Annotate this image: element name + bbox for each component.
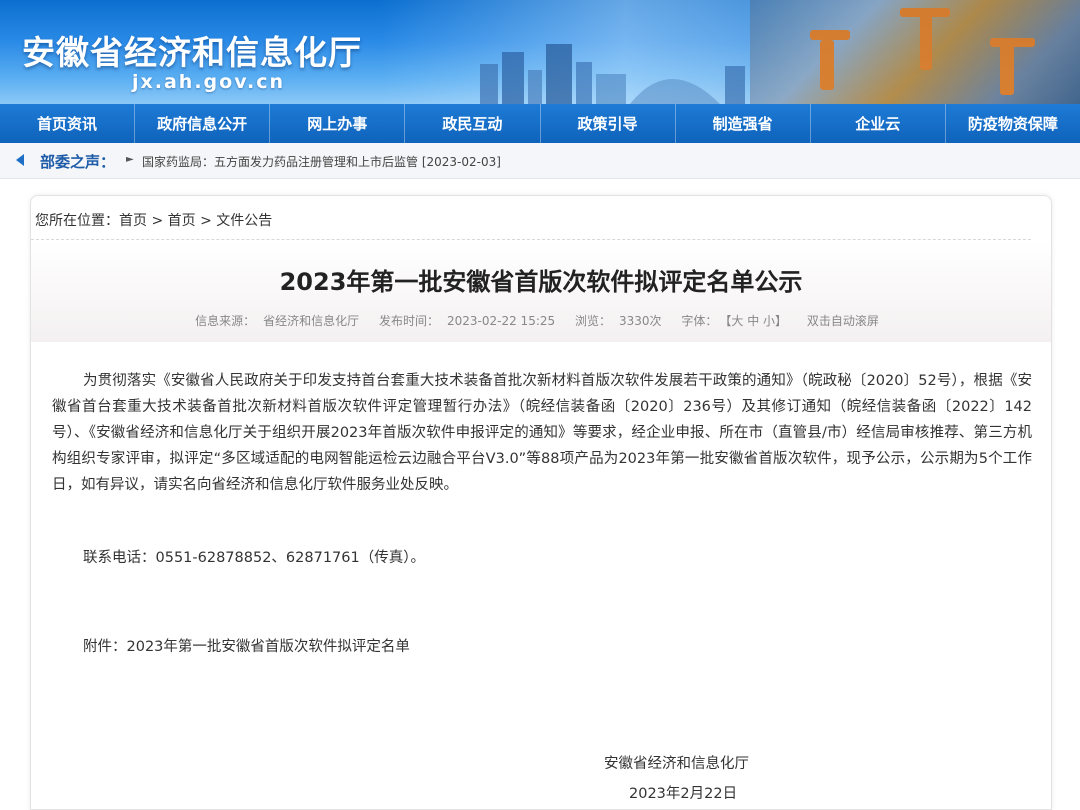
site-domain: jx.ah.gov.cn	[132, 71, 286, 93]
body-paragraph: 为贯彻落实《安徽省人民政府关于印发支持首台套重大技术装备首批次新材料首版次软件发…	[52, 373, 1032, 493]
nav-item-enterprise-cloud[interactable]: 企业云	[811, 104, 946, 143]
site-title[interactable]: 安徽省经济和信息化厅	[22, 26, 362, 74]
breadcrumb: 您所在位置：首页 > 首页 > 文件公告	[35, 210, 272, 230]
header-banner: 安徽省经济和信息化厅 jx.ah.gov.cn	[0, 0, 1080, 104]
nav-item-manufacturing[interactable]: 制造强省	[676, 104, 811, 143]
arrow-right-icon: ►	[126, 154, 134, 165]
factory-robot-image	[750, 0, 1080, 104]
nav-item-epidemic-supplies[interactable]: 防疫物资保障	[946, 104, 1080, 143]
meta-views: 浏览： 3330次	[574, 314, 662, 328]
divider	[31, 239, 1031, 240]
nav-item-home-news[interactable]: 首页资讯	[0, 104, 136, 143]
meta-font: 字体： 【大 中 小】	[681, 314, 788, 328]
meta-source: 信息来源： 省经济和信息化厅	[195, 314, 360, 328]
attachment-link[interactable]: 附件：2023年第一批安徽省首版次软件拟评定名单	[83, 635, 410, 656]
city-skyline-image	[480, 44, 745, 104]
nav-item-gov-info[interactable]: 政府信息公开	[135, 104, 271, 143]
breadcrumb-link-announcements[interactable]: 文件公告	[216, 213, 272, 229]
signature-date: 2023年2月22日	[629, 786, 738, 802]
ticker-label: 部委之声：	[40, 153, 116, 171]
nav-item-online-services[interactable]: 网上办事	[270, 104, 406, 143]
meta-time: 发布时间： 2023-02-22 15:25	[378, 314, 556, 328]
breadcrumb-link-home[interactable]: 首页	[119, 213, 147, 229]
nav-item-interaction[interactable]: 政民互动	[405, 104, 541, 143]
article-header: 2023年第一批安徽省首版次软件拟评定名单公示 信息来源： 省经济和信息化厅 发布…	[31, 242, 1051, 342]
speaker-icon	[16, 154, 24, 166]
breadcrumb-separator: >	[147, 213, 168, 229]
content-panel: 您所在位置：首页 > 首页 > 文件公告 2023年第一批安徽省首版次软件拟评定…	[30, 195, 1052, 810]
autoscroll-toggle[interactable]: 双击自动滚屏	[807, 314, 879, 328]
article-meta: 信息来源： 省经济和信息化厅 发布时间： 2023-02-22 15:25 浏览： 3…	[31, 312, 1051, 329]
breadcrumb-prefix: 您所在位置：	[35, 213, 119, 229]
breadcrumb-link-home-2[interactable]: 首页	[168, 213, 196, 229]
breadcrumb-separator: >	[195, 213, 217, 229]
signature-org: 安徽省经济和信息化厅	[604, 756, 749, 772]
article-title: 2023年第一批安徽省首版次软件拟评定名单公示	[279, 268, 803, 296]
ticker-news-link[interactable]: 国家药监局：五方面发力药品注册管理和上市后监管 [2023-02-03]	[142, 153, 501, 170]
main-nav: 首页资讯 政府信息公开 网上办事 政民互动 政策引导 制造强省 企业云 防疫物资…	[0, 104, 1080, 143]
article-body: 为贯彻落实《安徽省人民政府关于印发支持首台套重大技术装备首批次新材料首版次软件发…	[52, 368, 1032, 498]
font-size-buttons[interactable]: 【大 中 小】	[725, 314, 787, 328]
news-ticker: 部委之声： ► 国家药监局：五方面发力药品注册管理和上市后监管 [2023-02…	[0, 143, 1080, 179]
nav-item-policy[interactable]: 政策引导	[541, 104, 676, 143]
contact-line: 联系电话：0551-62878852、62871761（传真）。	[83, 550, 425, 566]
